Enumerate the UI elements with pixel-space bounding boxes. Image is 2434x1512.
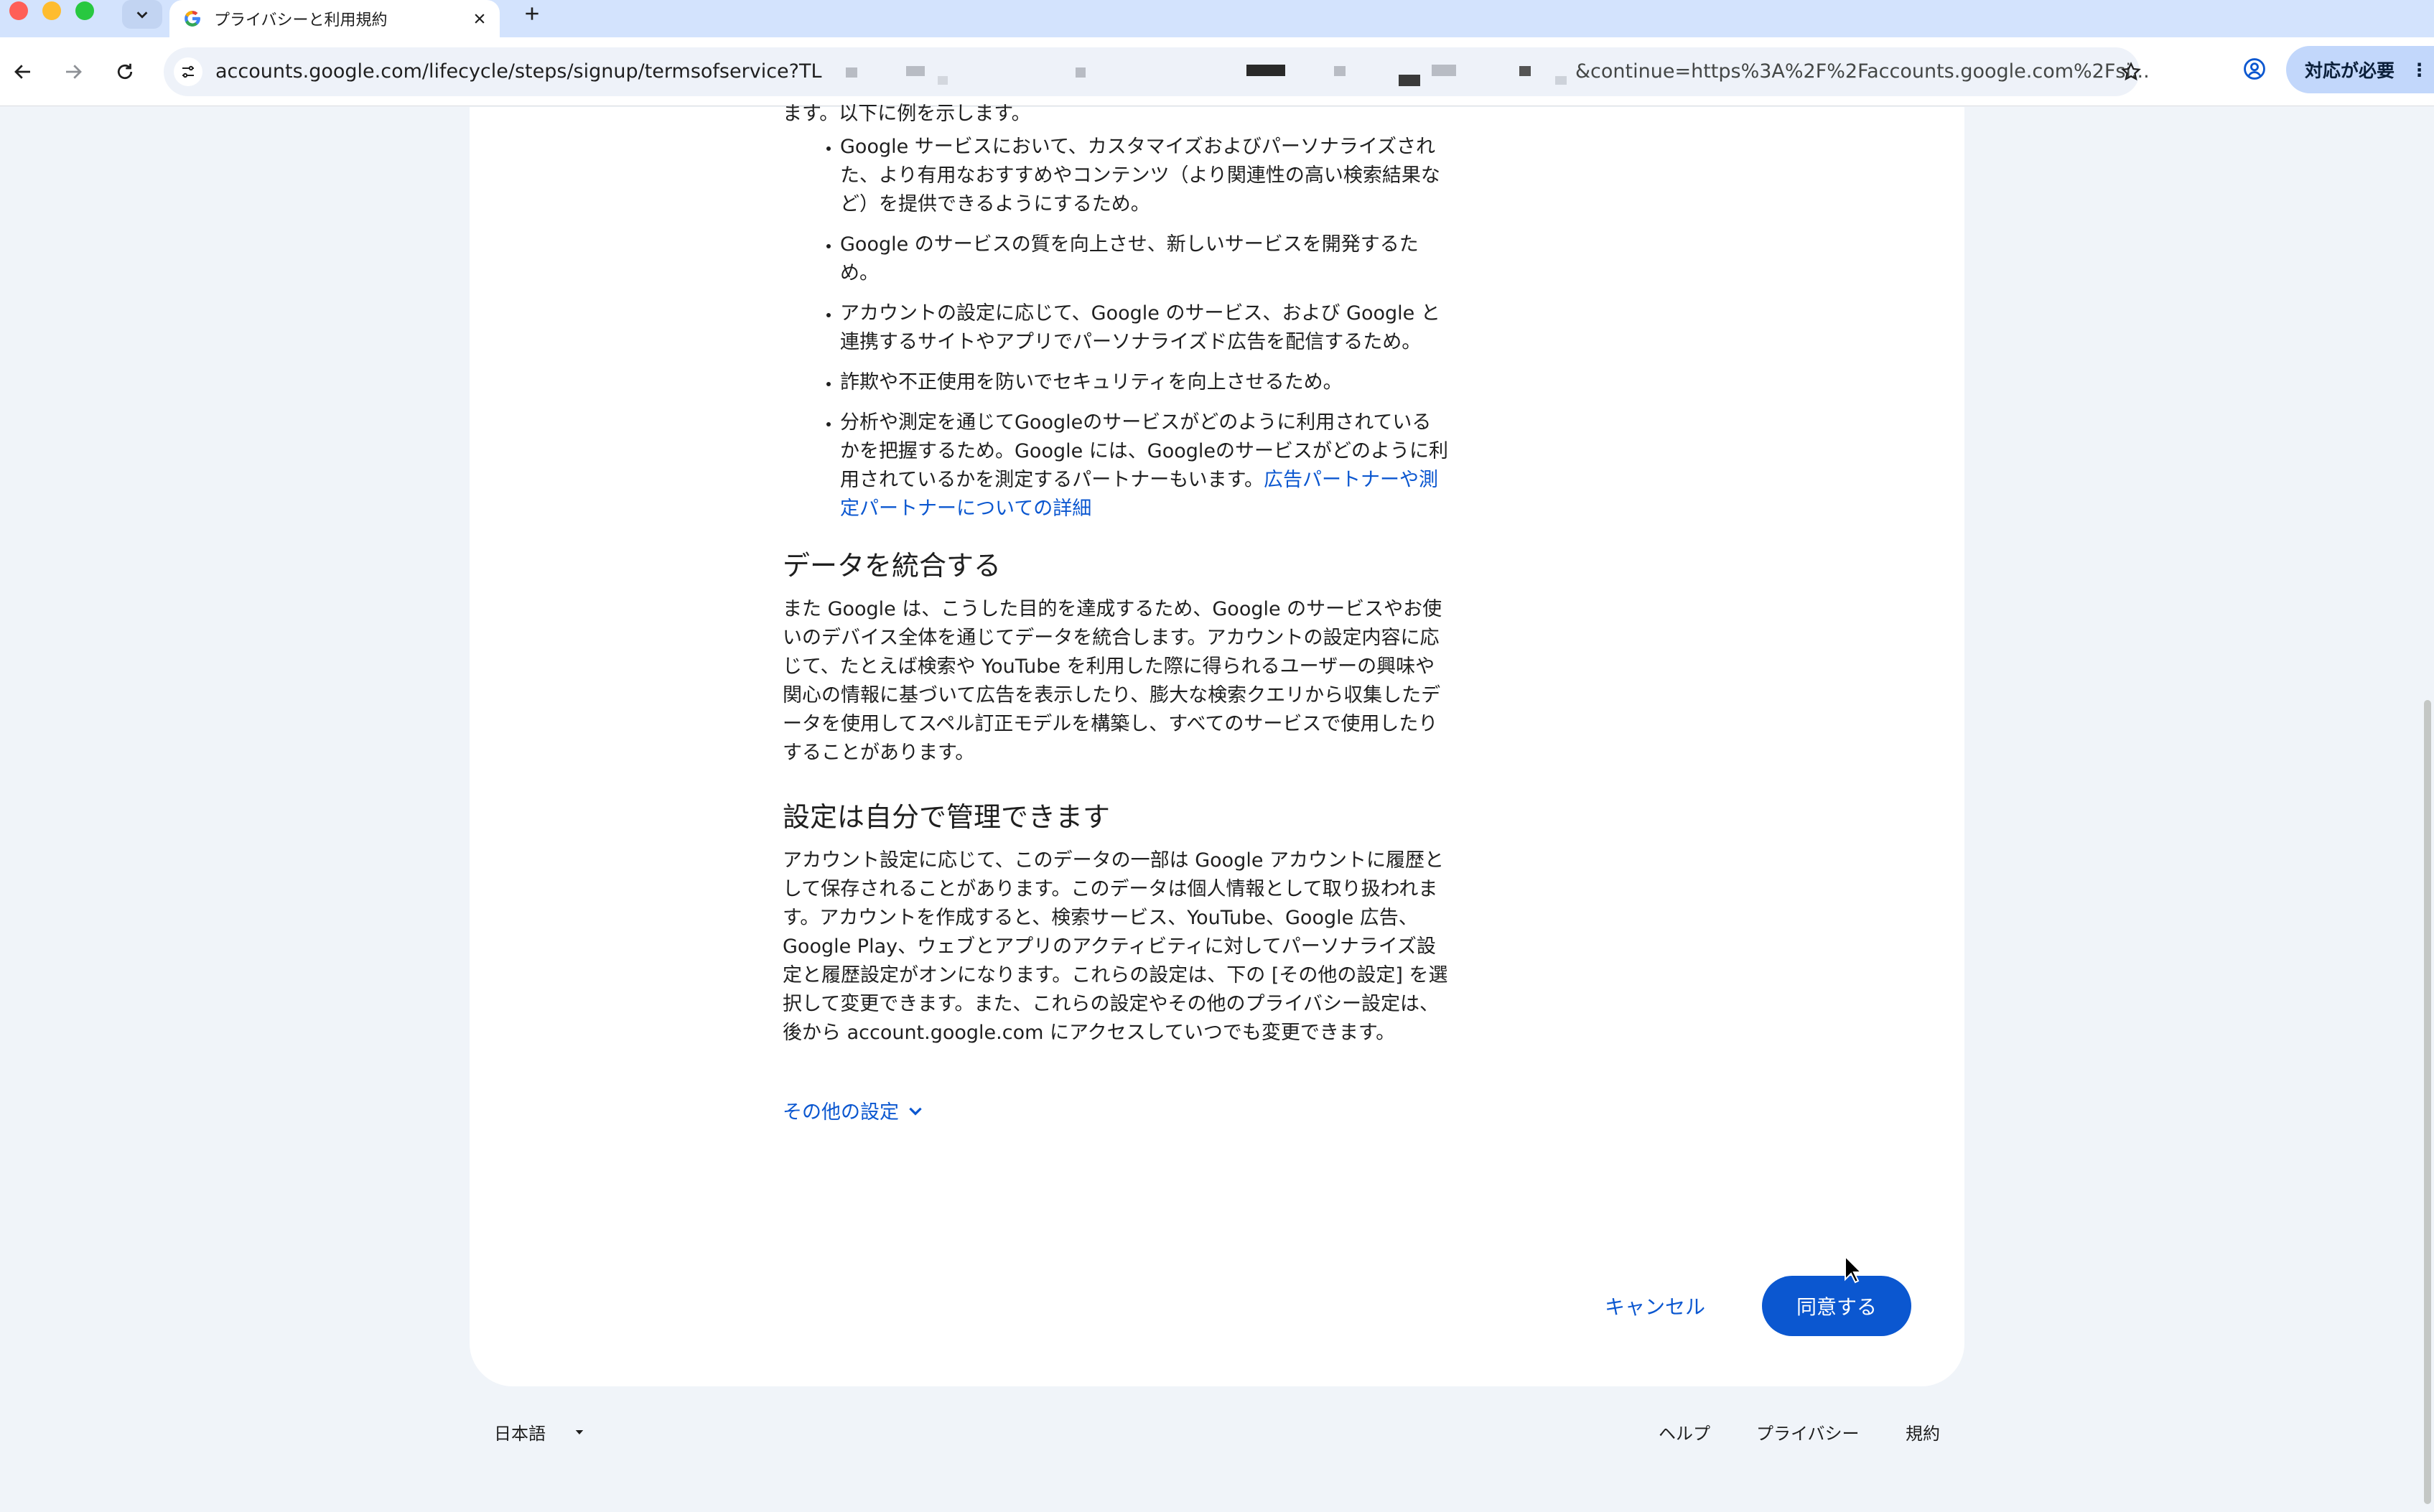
language-label: 日本語 <box>494 1424 546 1444</box>
close-icon[interactable] <box>470 9 490 29</box>
terms-content: ます。以下に例を示します。 Google サービスにおいて、カスタマイズおよびパ… <box>783 103 1449 1124</box>
redacted-block <box>1399 75 1420 86</box>
plus-icon[interactable] <box>520 1 544 26</box>
url-text: accounts.google.com/lifecycle/steps/sign… <box>215 60 822 83</box>
google-favicon-icon <box>182 9 202 29</box>
redacted-block <box>1555 76 1567 85</box>
minimize-window-button[interactable] <box>42 1 61 20</box>
agree-button[interactable]: 同意する <box>1762 1276 1911 1336</box>
more-settings-toggle[interactable]: その他の設定 <box>783 1096 925 1124</box>
reload-icon[interactable] <box>109 56 141 88</box>
redacted-block <box>906 66 925 76</box>
tab-search-button[interactable] <box>122 0 162 29</box>
intro-text: ます。以下に例を示します。 <box>783 103 1031 125</box>
redacted-block <box>1334 66 1346 76</box>
active-tab[interactable]: プライバシーと利用規約 <box>169 0 500 37</box>
redacted-block <box>846 67 857 78</box>
list-item: Google のサービスの質を向上させ、新しいサービスを開発するため。 <box>840 230 1449 288</box>
redacted-block <box>1076 67 1086 78</box>
redacted-block <box>1519 66 1531 76</box>
list-item: 分析や測定を通じてGoogleのサービスがどのように利用されているかを把握するた… <box>840 409 1449 523</box>
scrollbar-thumb[interactable] <box>2424 700 2431 1504</box>
mouse-cursor-icon <box>1845 1255 1862 1284</box>
section-body-manage-settings: アカウント設定に応じて、このデータの一部は Google アカウントに履歴として… <box>783 849 1448 1044</box>
action-needed-label: 対応が必要 <box>2305 60 2395 81</box>
caret-down-icon <box>575 1429 584 1434</box>
redacted-block <box>1246 65 1285 76</box>
tab-strip: プライバシーと利用規約 <box>0 0 2434 37</box>
list-item: 詐欺や不正使用を防いでセキュリティを向上させるため。 <box>840 368 1449 397</box>
profile-icon[interactable] <box>2239 53 2270 85</box>
more-icon[interactable]: ⋮ <box>2410 60 2428 80</box>
tune-icon[interactable] <box>174 57 202 86</box>
url-tail-text: &continue=https%3A%2F%2Faccounts.google.… <box>1575 60 2150 83</box>
back-icon[interactable] <box>7 56 39 88</box>
chevron-down-icon <box>136 11 148 19</box>
section-heading-manage-settings: 設定は自分で管理できます <box>783 801 1111 833</box>
purpose-list: Google サービスにおいて、カスタマイズおよびパーソナライズされた、より有用… <box>783 133 1449 523</box>
address-bar[interactable]: accounts.google.com/lifecycle/steps/sign… <box>164 47 2150 96</box>
zoom-window-button[interactable] <box>75 1 94 20</box>
language-selector[interactable]: 日本語 <box>494 1419 586 1445</box>
action-buttons: キャンセル 同意する <box>1580 1276 1917 1336</box>
page-footer: 日本語 ヘルプ プライバシー 規約 <box>0 1414 2434 1457</box>
privacy-link[interactable]: プライバシー <box>1756 1419 1860 1445</box>
star-icon[interactable] <box>2117 57 2145 86</box>
terms-link[interactable]: 規約 <box>1906 1419 1940 1445</box>
list-item: Google サービスにおいて、カスタマイズおよびパーソナライズされた、より有用… <box>840 133 1449 219</box>
more-settings-label: その他の設定 <box>783 1101 899 1124</box>
cancel-button[interactable]: キャンセル <box>1580 1276 1730 1336</box>
chevron-down-icon <box>909 1107 922 1116</box>
forward-icon[interactable] <box>57 56 89 88</box>
page-viewport: ます。以下に例を示します。 Google サービスにおいて、カスタマイズおよびパ… <box>0 103 2434 1512</box>
list-item: アカウントの設定に応じて、Google のサービス、および Google と連携… <box>840 299 1449 357</box>
tab-title: プライバシーと利用規約 <box>214 11 388 29</box>
section-heading-combine-data: データを統合する <box>783 550 1002 582</box>
action-needed-button[interactable]: 対応が必要 ⋮ <box>2286 46 2434 93</box>
help-link[interactable]: ヘルプ <box>1659 1419 1710 1445</box>
close-window-button[interactable] <box>9 1 28 20</box>
browser-toolbar: accounts.google.com/lifecycle/steps/sign… <box>0 37 2434 106</box>
redacted-block <box>938 76 948 85</box>
section-body-combine-data: また Google は、こうした目的を達成するため、Google のサービスやお… <box>783 598 1442 764</box>
redacted-block <box>1432 65 1456 76</box>
